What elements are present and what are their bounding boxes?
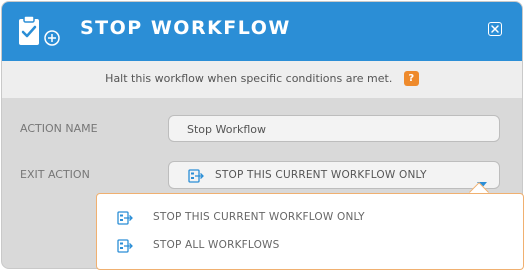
exit-action-dropdown: STOP THIS CURRENT WORKFLOW ONLY STOP ALL… (96, 193, 524, 270)
action-name-label: ACTION NAME (20, 122, 98, 135)
workflow-exit-icon (117, 238, 133, 257)
dropdown-option-label: STOP THIS CURRENT WORKFLOW ONLY (153, 211, 365, 223)
close-button[interactable] (488, 22, 502, 36)
close-icon (491, 25, 499, 33)
description-bar: Halt this workflow when specific conditi… (2, 61, 522, 98)
workflow-exit-icon (117, 210, 133, 229)
exit-action-selected-value: STOP THIS CURRENT WORKFLOW ONLY (215, 169, 427, 181)
clipboard-check-plus-icon (16, 15, 64, 49)
dialog-header: STOP WORKFLOW (2, 2, 522, 61)
dropdown-option-stop-all[interactable]: STOP ALL WORKFLOWS (97, 234, 523, 258)
exit-action-select[interactable]: STOP THIS CURRENT WORKFLOW ONLY (168, 161, 500, 189)
description-text: Halt this workflow when specific conditi… (105, 72, 393, 85)
workflow-exit-icon (188, 168, 204, 187)
action-name-input[interactable]: Stop Workflow (168, 115, 500, 142)
dropdown-option-label: STOP ALL WORKFLOWS (153, 239, 280, 251)
help-icon[interactable]: ? (403, 71, 419, 86)
exit-action-label: EXIT ACTION (20, 168, 90, 181)
dialog-title: STOP WORKFLOW (80, 17, 291, 39)
dropdown-option-stop-current[interactable]: STOP THIS CURRENT WORKFLOW ONLY (97, 206, 523, 230)
